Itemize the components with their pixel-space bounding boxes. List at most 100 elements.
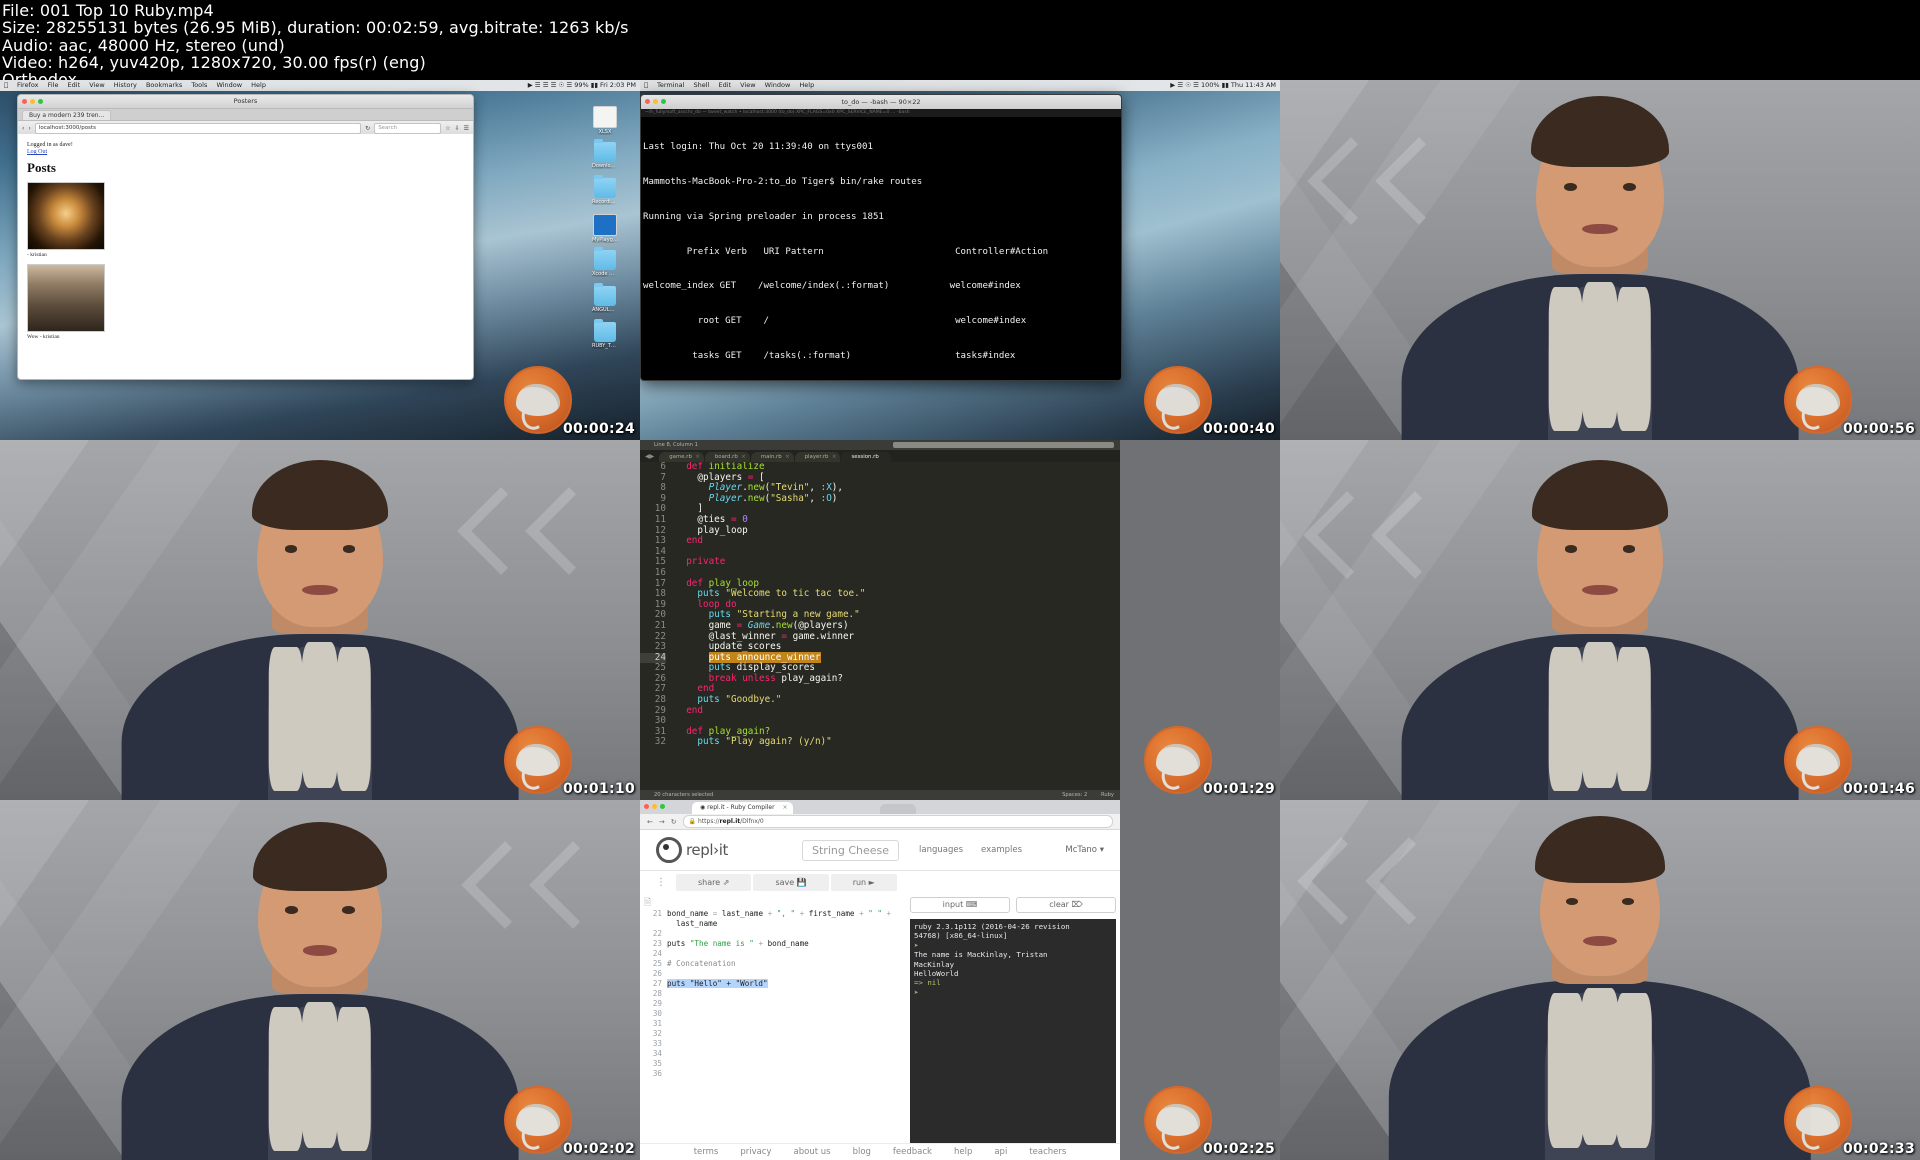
- close-icon[interactable]: [22, 99, 27, 104]
- footer-link-about-us[interactable]: about us: [794, 1147, 831, 1157]
- editor-indent-setting[interactable]: Spaces: 2: [1062, 792, 1087, 798]
- thumbnail-frame-2[interactable]:  Terminal Shell Edit View Window Help ▶…: [640, 80, 1280, 440]
- tab-board-rb[interactable]: board.rb ×: [704, 452, 750, 462]
- footer-link-teachers[interactable]: teachers: [1029, 1147, 1066, 1157]
- editor-tabstrip[interactable]: ◀▶ game.rb × board.rb × main.rb × player.rb…: [640, 450, 1120, 462]
- osx-menubar[interactable]:  Firefox File Edit View History Bookmar…: [0, 80, 640, 91]
- window-controls[interactable]: [644, 804, 665, 809]
- terminal-menubar[interactable]:  Terminal Shell Edit View Window Help ▶…: [640, 80, 1280, 91]
- maximize-icon[interactable]: [38, 99, 43, 104]
- reload-icon[interactable]: ↻: [365, 125, 370, 132]
- tab-player-rb[interactable]: player.rb ×: [794, 452, 841, 462]
- apple-logo-icon[interactable]: : [4, 80, 8, 91]
- thumbnail-frame-7[interactable]: 00:02:02: [0, 800, 640, 1160]
- thumbnail-frame-4[interactable]: 00:01:10: [0, 440, 640, 800]
- thumbnail-frame-3[interactable]: 00:00:56: [1280, 80, 1920, 440]
- minimize-icon[interactable]: [653, 99, 658, 104]
- editor-syntax-mode[interactable]: Ruby: [1101, 792, 1114, 798]
- desktop-icon-angular-top-10[interactable]: ANGULAR_TOP_10: [592, 283, 618, 313]
- search-input[interactable]: Search: [374, 122, 442, 134]
- nav-languages[interactable]: languages: [919, 845, 963, 855]
- thumbnail-frame-9[interactable]: 00:02:33: [1280, 800, 1920, 1160]
- tab-session-rb[interactable]: session.rb: [841, 452, 891, 462]
- menu-hamburger-icon[interactable]: ☰: [464, 125, 469, 132]
- desktop-icon-xcode-osx[interactable]: Xcode OSX: [592, 247, 618, 277]
- desktop-icon-downloads[interactable]: Downloads: [592, 139, 618, 169]
- replit-footer[interactable]: terms privacy about us blog feedback hel…: [640, 1143, 1120, 1160]
- thumbnail-frame-6[interactable]: 00:01:46: [1280, 440, 1920, 800]
- replit-logo[interactable]: repl›it: [656, 837, 728, 863]
- menubar-status[interactable]: ▶ ☰ ☉ ☰ 100% ▮▮ Thu 11:43 AM: [1170, 80, 1276, 91]
- terminal-window[interactable]: to_do — -bash — 90×22 ~/h_fully/soft_ass…: [640, 94, 1122, 381]
- menu-window[interactable]: Window: [216, 80, 242, 91]
- menu-view[interactable]: View: [89, 80, 104, 91]
- replit-nav[interactable]: languages examples: [919, 845, 1022, 855]
- menu-edit[interactable]: Edit: [718, 80, 731, 91]
- run-button[interactable]: run ►: [830, 873, 897, 891]
- maximize-icon[interactable]: [661, 99, 666, 104]
- menu-view[interactable]: View: [740, 80, 755, 91]
- close-icon[interactable]: ×: [832, 454, 837, 460]
- save-button[interactable]: save 💾: [753, 873, 829, 891]
- download-icon[interactable]: ⇩: [455, 125, 460, 132]
- window-controls[interactable]: [22, 99, 43, 104]
- post-image-tree[interactable]: [27, 182, 105, 250]
- replit-code-editor[interactable]: 21 bond_name = last_name + ", " + first_n…: [640, 907, 904, 1144]
- account-menu[interactable]: McTano ▾: [1065, 845, 1104, 855]
- address-bar[interactable]: localhost:3000/posts: [34, 122, 362, 134]
- close-icon[interactable]: ×: [783, 802, 788, 814]
- desktop-icon-ruby-top-10[interactable]: RUBY_TOP_10: [592, 319, 618, 349]
- firefox-window[interactable]: Posters Buy a modern 239 tren... ‹ › loc…: [17, 94, 474, 380]
- menu-shell[interactable]: Shell: [694, 80, 710, 91]
- tab-game-rb[interactable]: game.rb ×: [659, 452, 704, 462]
- apple-logo-icon[interactable]: : [644, 80, 648, 91]
- browser-tab[interactable]: Buy a modern 239 tren...: [22, 109, 112, 120]
- close-icon[interactable]: ×: [785, 454, 790, 460]
- footer-link-terms[interactable]: terms: [694, 1147, 719, 1157]
- menu-firefox[interactable]: Firefox: [17, 80, 39, 91]
- maximize-icon[interactable]: [660, 804, 665, 809]
- footer-link-privacy[interactable]: privacy: [740, 1147, 771, 1157]
- share-button[interactable]: share ⇗: [676, 873, 752, 891]
- clear-button[interactable]: clear ⌦: [1016, 897, 1116, 913]
- menu-help[interactable]: Help: [799, 80, 814, 91]
- footer-link-help[interactable]: help: [954, 1147, 972, 1157]
- chrome-navbar[interactable]: ← → ↻ 🔒 https://repl.it/Dlfnx/0: [640, 814, 1120, 830]
- menu-bookmarks[interactable]: Bookmarks: [146, 80, 182, 91]
- thumbnail-frame-1[interactable]:  Firefox File Edit View History Bookmar…: [0, 80, 640, 440]
- chrome-new-tab-button[interactable]: [880, 804, 916, 814]
- reload-icon[interactable]: ↻: [671, 818, 677, 826]
- footer-link-api[interactable]: api: [994, 1147, 1007, 1157]
- back-icon[interactable]: ‹: [22, 125, 24, 132]
- nav-examples[interactable]: examples: [981, 845, 1022, 855]
- sublime-editor-window[interactable]: Line 8, Column 1 ◀▶ game.rb × board.rb × m…: [640, 440, 1120, 800]
- chrome-replit-window[interactable]: ◉ repl.it - Ruby Compiler × ← → ↻ 🔒 http…: [640, 800, 1120, 1160]
- menu-history[interactable]: History: [114, 80, 137, 91]
- project-name-field[interactable]: String Cheese: [802, 839, 900, 861]
- terminal-titlebar[interactable]: to_do — -bash — 90×22: [641, 95, 1121, 109]
- thumbnail-frame-8[interactable]: ◉ repl.it - Ruby Compiler × ← → ↻ 🔒 http…: [640, 800, 1280, 1160]
- minimize-icon[interactable]: [30, 99, 35, 104]
- browser-tabstrip[interactable]: Buy a modern 239 tren...: [18, 109, 473, 121]
- editor-status-right[interactable]: Spaces: 2 Ruby: [1050, 790, 1114, 800]
- menu-file[interactable]: File: [48, 80, 59, 91]
- input-button[interactable]: input ⌨: [910, 897, 1010, 913]
- bookmark-star-icon[interactable]: ☆: [445, 125, 450, 132]
- chrome-tabstrip[interactable]: ◉ repl.it - Ruby Compiler ×: [640, 800, 1120, 814]
- post-image-cathedral[interactable]: [27, 264, 105, 332]
- menu-tools[interactable]: Tools: [191, 80, 207, 91]
- footer-link-feedback[interactable]: feedback: [893, 1147, 932, 1157]
- menubar-status[interactable]: ▶ ☰ ☰ ☰ ☉ ☰ 99% ▮▮ Fri 2:03 PM: [528, 80, 636, 91]
- menu-edit[interactable]: Edit: [68, 80, 81, 91]
- terminal-output[interactable]: Last login: Thu Oct 20 11:39:40 on ttys0…: [641, 117, 1121, 380]
- menu-terminal[interactable]: Terminal: [657, 80, 684, 91]
- more-options-icon[interactable]: ⋮: [656, 877, 674, 888]
- forward-icon[interactable]: →: [659, 818, 665, 826]
- desktop-icon-xlsx[interactable]: XLSX: [592, 106, 618, 135]
- window-titlebar[interactable]: Posters: [18, 95, 473, 109]
- menu-help[interactable]: Help: [251, 80, 266, 91]
- close-icon[interactable]: [645, 99, 650, 104]
- menu-window[interactable]: Window: [765, 80, 791, 91]
- chrome-tab-replit[interactable]: ◉ repl.it - Ruby Compiler ×: [692, 802, 793, 814]
- logout-link[interactable]: Log Out: [27, 149, 464, 155]
